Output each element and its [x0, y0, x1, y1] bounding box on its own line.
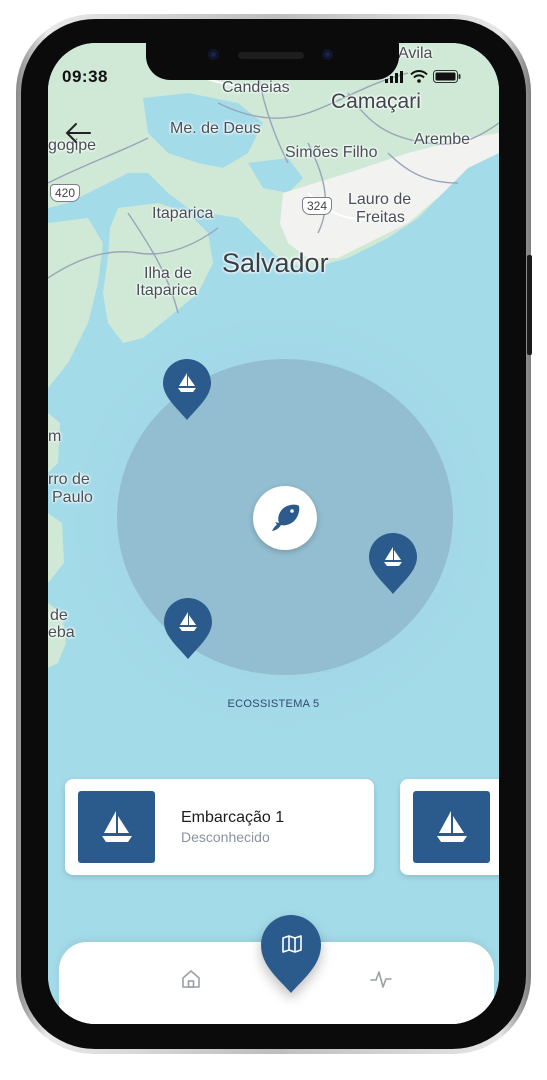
- route-shield-420: 420: [50, 184, 81, 202]
- sailboat-icon: [436, 811, 467, 842]
- fish-marker[interactable]: [253, 486, 317, 550]
- status-icons: [385, 70, 461, 83]
- map-label-eba: eba: [48, 624, 75, 641]
- zone-label: ECOSSISTEMA 5: [227, 698, 320, 710]
- fish-icon: [272, 504, 300, 531]
- notch: [146, 43, 399, 80]
- arrow-left-icon[interactable]: [64, 121, 92, 145]
- vessel-card-next[interactable]: [400, 779, 499, 875]
- map-label-candeias: Candeias: [222, 79, 290, 96]
- map-label-lauro-1: Lauro de: [348, 191, 412, 208]
- battery-icon: [433, 70, 461, 83]
- vessel-subtitle: Desconhecido: [181, 829, 270, 845]
- map-label-m: m: [48, 428, 62, 445]
- map-label-me-de-deus: Me. de Deus: [170, 120, 261, 137]
- map-label-camacari: Camaçari: [331, 90, 421, 113]
- route-shield-324: 324: [302, 197, 333, 215]
- map-label-lauro-2: Freitas: [356, 209, 405, 226]
- map-label-ilha-1: Ilha de: [144, 265, 193, 282]
- vessel-thumb: [78, 791, 155, 863]
- vessel-title: Embarcação 1: [181, 809, 285, 826]
- map-label-itaparica: Itaparica: [152, 205, 214, 222]
- vessel-card[interactable]: Embarcação 1 Desconhecido: [65, 779, 374, 875]
- map-nav-button[interactable]: [260, 914, 322, 994]
- map-label-ilha-2: Itaparica: [136, 282, 198, 299]
- status-time: 09:38: [62, 67, 108, 86]
- map-label-simoes-filho: Simões Filho: [285, 144, 378, 161]
- signal-icon: [385, 70, 403, 83]
- boat-pin-3[interactable]: [163, 598, 213, 660]
- side-button: [527, 255, 532, 355]
- speaker: [238, 52, 304, 59]
- sailboat-icon: [101, 811, 132, 842]
- boat-pin-2[interactable]: [368, 533, 418, 595]
- app-screen: Avila Candeias Camaçari Me. de Deus Arem…: [48, 43, 499, 1024]
- activity-icon[interactable]: [370, 968, 392, 990]
- boat-pin-1[interactable]: [162, 359, 212, 421]
- wifi-icon: [410, 70, 428, 83]
- map-label-salvador: Salvador: [222, 248, 329, 278]
- map-label-de: de: [50, 607, 68, 624]
- camera-icon: [208, 49, 219, 60]
- home-icon[interactable]: [180, 968, 202, 990]
- map-label-avila: Avila: [398, 45, 433, 62]
- map-label-arembe: Arembe: [414, 131, 471, 148]
- vessel-thumb: [413, 791, 490, 863]
- sensor-icon: [322, 49, 333, 60]
